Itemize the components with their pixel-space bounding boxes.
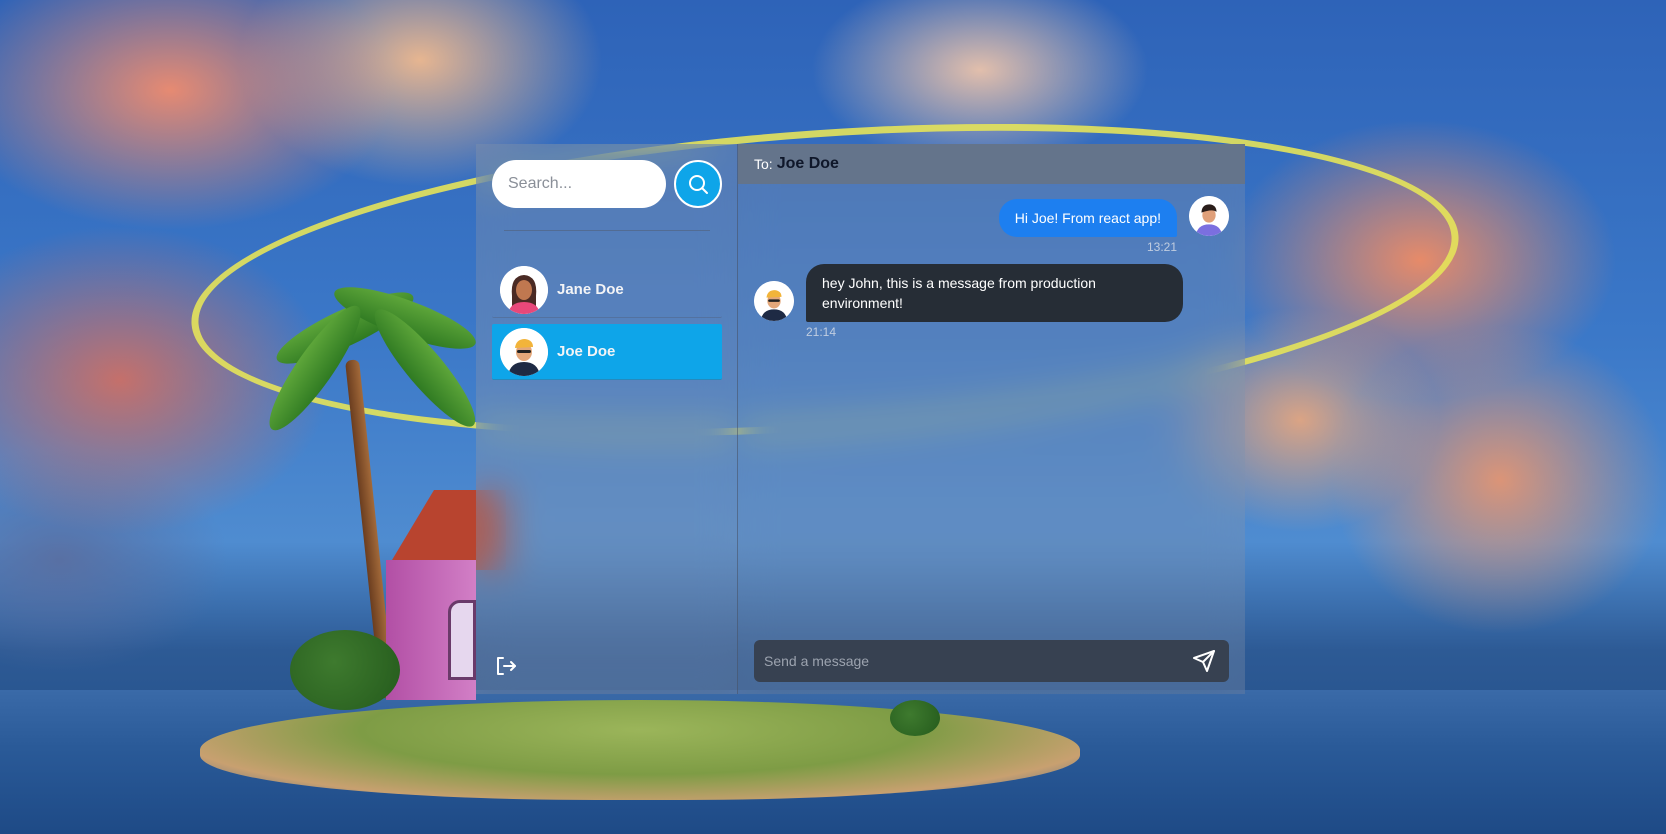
male-avatar-cap-icon (500, 327, 548, 376)
avatar (500, 327, 548, 376)
recipient-name: Joe Doe (776, 155, 839, 172)
conversation-name: Joe Doe (557, 343, 616, 360)
search-bar (492, 160, 722, 208)
send-icon (1193, 650, 1215, 672)
message-bubble: Hi Joe! From react app! (998, 199, 1177, 237)
avatar (754, 281, 794, 321)
logout-button[interactable] (492, 652, 520, 680)
chat-header: To: Joe Doe (738, 144, 1245, 184)
search-icon (689, 175, 708, 194)
conversation-item-jane-doe[interactable]: Jane Doe (492, 262, 722, 318)
message-timestamp: 21:14 (806, 325, 837, 339)
sidebar: Jane Doe Joe Doe (476, 144, 738, 694)
message-list: Hi Joe! From react app! 13:21 hey John, … (738, 184, 1245, 640)
message-input[interactable] (764, 653, 1189, 669)
house-window (448, 600, 476, 680)
message-outgoing: Hi Joe! From react app! 13:21 (754, 196, 1229, 254)
search-input[interactable] (492, 160, 666, 208)
conversation-name: Jane Doe (557, 281, 624, 298)
conversation-item-joe-doe[interactable]: Joe Doe (492, 324, 722, 380)
to-label: To: (754, 156, 773, 172)
message-timestamp: 13:21 (1146, 240, 1177, 254)
male-avatar-icon (1189, 196, 1229, 236)
conversation-list: Jane Doe Joe Doe (492, 262, 722, 380)
male-avatar-cap-icon (754, 281, 794, 321)
avatar (500, 265, 548, 314)
message-body: hey John, this is a message from product… (806, 264, 1183, 339)
bush (890, 700, 940, 736)
avatar (1189, 196, 1229, 236)
bush (290, 630, 400, 710)
message-composer (754, 640, 1229, 682)
divider (504, 230, 710, 231)
chat-panel: To: Joe Doe Hi Joe! From react app! 13:2… (738, 144, 1245, 694)
island (200, 700, 1080, 800)
message-bubble: hey John, this is a message from product… (806, 264, 1183, 322)
send-button[interactable] (1189, 646, 1219, 676)
female-avatar-icon (500, 265, 548, 314)
logout-icon (497, 657, 516, 675)
chat-window: Jane Doe Joe Doe (476, 144, 1245, 694)
search-button[interactable] (674, 160, 722, 208)
message-body: Hi Joe! From react app! 13:21 (998, 199, 1177, 254)
message-incoming: hey John, this is a message from product… (754, 264, 1229, 339)
